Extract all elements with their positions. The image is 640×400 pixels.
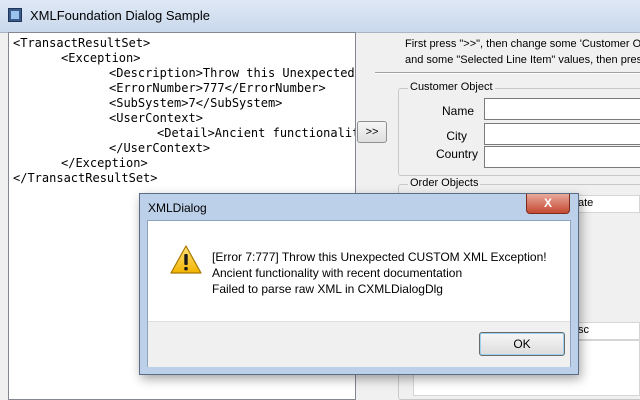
xml-line: </Exception> [61,156,148,170]
city-label: City [446,129,467,143]
warning-icon [170,245,202,274]
instruction-line-1: First press ">>", then change some 'Cust… [405,38,640,50]
instruction-line-2: and some "Selected Line Item" values, th… [405,54,640,66]
xml-line: </TransactResultSet> [13,171,158,185]
xml-line: <Exception> [61,51,141,65]
name-label: Name [441,104,474,118]
city-field[interactable] [484,123,640,145]
xml-line: <Description>Throw this Unexpected C [109,66,356,80]
separator [375,72,640,74]
xml-line: <UserContext> [109,111,203,125]
country-label: Country [435,147,478,161]
message-box: XMLDialog X [Error 7:777] Throw this Une… [139,193,579,375]
title-bar[interactable]: XMLFoundation Dialog Sample [0,0,640,33]
orders-group-label: Order Objects [408,177,481,189]
name-field[interactable] [484,98,640,120]
xml-line: <SubSystem>7</SubSystem> [109,96,283,110]
country-field[interactable] [484,146,640,168]
close-button[interactable]: X [526,194,570,214]
transfer-button[interactable]: >> [357,121,387,143]
message-line-2: Ancient functionality with recent docume… [212,266,463,280]
xml-line: <Detail>Ancient functionality [157,126,356,140]
dialog-body: [Error 7:777] Throw this Unexpected CUST… [147,220,571,367]
column-header-desc[interactable]: sc [578,324,589,336]
message-line-1: [Error 7:777] Throw this Unexpected CUST… [212,250,547,264]
window-title: XMLFoundation Dialog Sample [30,8,210,23]
customer-group-label: Customer Object [408,81,495,93]
message-line-3: Failed to parse raw XML in CXMLDialogDlg [212,282,443,296]
ok-button[interactable]: OK [479,332,565,356]
xml-line: </UserContext> [109,141,211,155]
column-header-date[interactable]: ate [578,197,593,209]
app-icon [8,8,22,22]
dialog-title: XMLDialog [148,201,207,215]
xml-line: <ErrorNumber>777</ErrorNumber> [109,81,326,95]
xml-line: <TransactResultSet> [13,36,151,50]
